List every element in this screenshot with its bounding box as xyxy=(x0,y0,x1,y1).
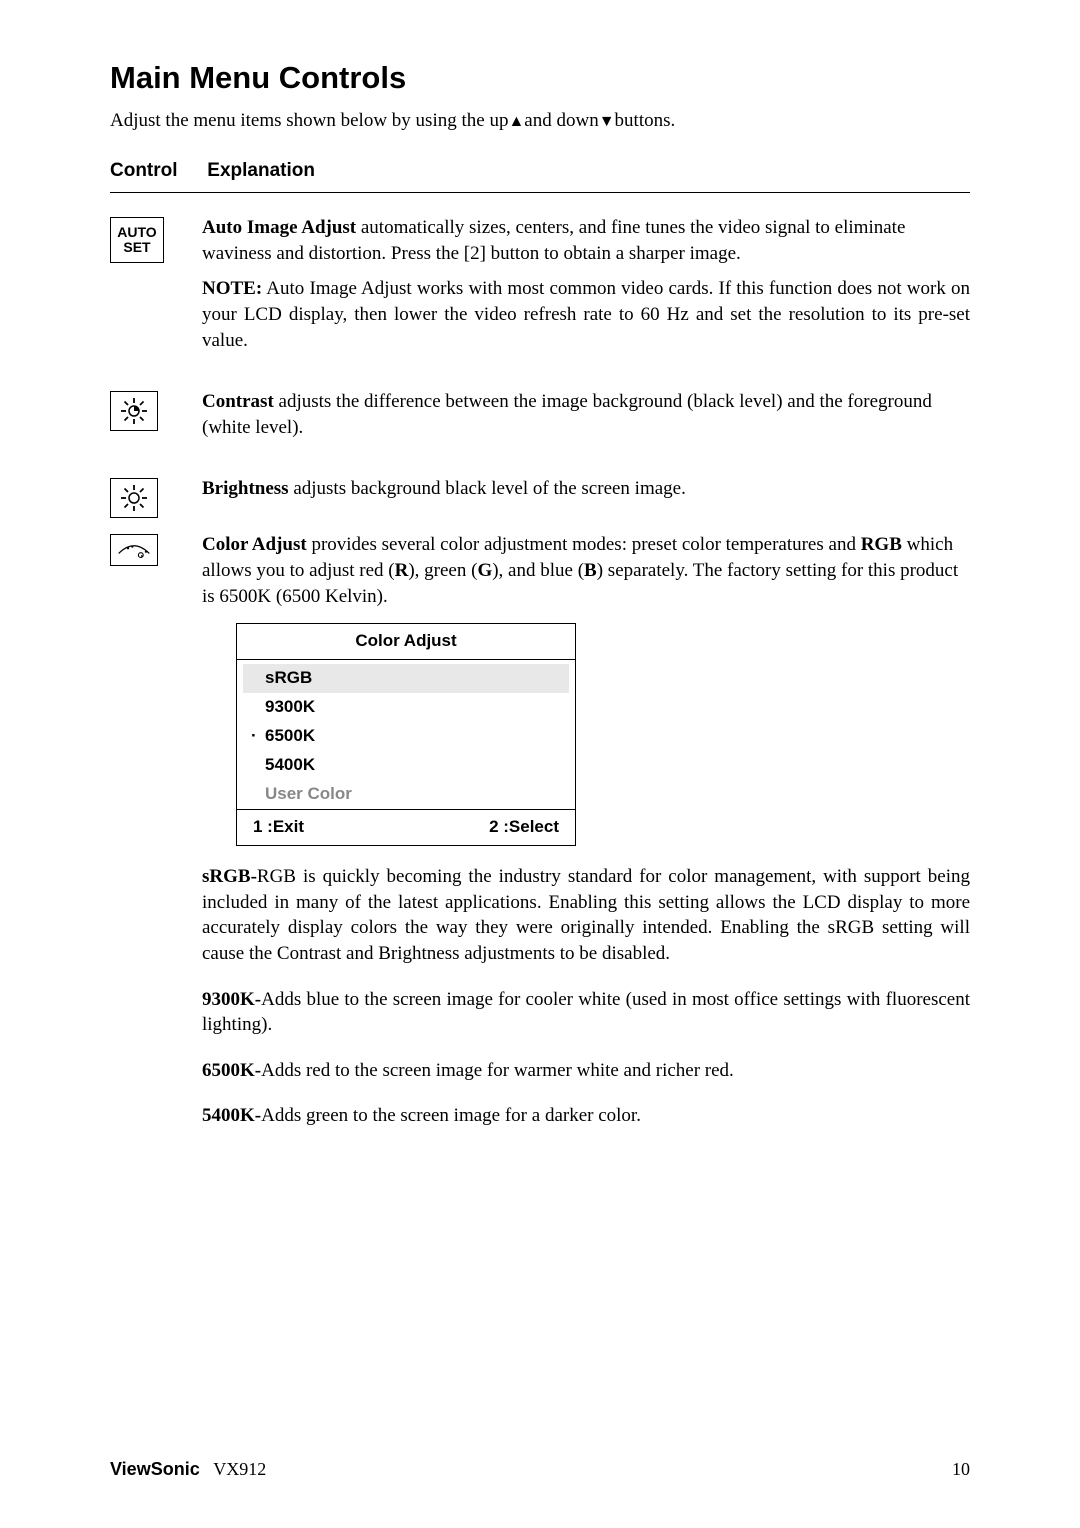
color-adjust-icon xyxy=(110,534,158,566)
k5400-bold: 5400K- xyxy=(202,1105,261,1126)
text-column: Brightness adjusts background black leve… xyxy=(202,476,970,512)
intro-text: Adjust the menu items shown below by usi… xyxy=(110,110,970,132)
brightness-para: Brightness adjusts background black leve… xyxy=(202,476,970,502)
down-triangle-icon: ▼ xyxy=(599,113,615,130)
icon-column xyxy=(110,532,202,566)
text-column: Contrast adjusts the difference between … xyxy=(202,389,970,450)
auto-set-icon: AUTO SET xyxy=(110,217,164,263)
auto-image-para: Auto Image Adjust automatically sizes, c… xyxy=(202,215,970,266)
intro-after: buttons. xyxy=(615,110,676,131)
osd-panel: Color Adjust sRGB 9300K 6500K 5400K User… xyxy=(236,623,576,846)
section-color-adjust: Color Adjust provides several color adju… xyxy=(110,532,970,1149)
icon-column xyxy=(110,476,202,518)
srgb-text: RGB is quickly becoming the industry sta… xyxy=(202,866,970,964)
contrast-icon xyxy=(110,391,158,431)
osd-item-5400k: 5400K xyxy=(237,751,575,780)
intro-between: and down xyxy=(524,110,598,131)
osd-item-srgb: sRGB xyxy=(243,664,569,693)
k6500-para: 6500K-Adds red to the screen image for w… xyxy=(202,1058,970,1084)
auto-image-note: NOTE: Auto Image Adjust works with most … xyxy=(202,276,970,353)
autoset-line2: SET xyxy=(123,240,150,255)
note-label: NOTE: xyxy=(202,278,262,299)
section-auto-image: AUTO SET Auto Image Adjust automatically… xyxy=(110,215,970,363)
osd-select: 2 :Select xyxy=(489,816,559,839)
srgb-bold: sRGB- xyxy=(202,866,257,887)
osd-exit: 1 :Exit xyxy=(253,816,304,839)
page-title: Main Menu Controls xyxy=(110,60,970,96)
osd-item-9300k: 9300K xyxy=(237,693,575,722)
text-column: Color Adjust provides several color adju… xyxy=(202,532,970,1149)
contrast-bold: Contrast xyxy=(202,391,274,412)
osd-item-6500k: 6500K xyxy=(237,722,575,751)
footer-brand: ViewSonic xyxy=(110,1459,200,1479)
contrast-para: Contrast adjusts the difference between … xyxy=(202,389,970,440)
table-header: Control Explanation xyxy=(110,160,970,193)
osd-footer: 1 :Exit 2 :Select xyxy=(237,809,575,845)
brightness-text: adjusts background black level of the sc… xyxy=(289,478,686,499)
section-contrast: Contrast adjusts the difference between … xyxy=(110,389,970,450)
osd-title: Color Adjust xyxy=(237,624,575,660)
k9300-text: Adds blue to the screen image for cooler… xyxy=(202,989,970,1036)
k9300-para: 9300K-Adds blue to the screen image for … xyxy=(202,987,970,1038)
k6500-text: Adds red to the screen image for warmer … xyxy=(261,1060,734,1081)
section-brightness: Brightness adjusts background black leve… xyxy=(110,476,970,518)
k5400-para: 5400K-Adds green to the screen image for… xyxy=(202,1103,970,1129)
text-column: Auto Image Adjust automatically sizes, c… xyxy=(202,215,970,363)
up-triangle-icon: ▲ xyxy=(508,113,524,130)
footer-model: VX912 xyxy=(213,1459,266,1479)
brightness-icon xyxy=(110,478,158,518)
color-adjust-bold: Color Adjust xyxy=(202,534,307,555)
contrast-text: adjusts the difference between the image… xyxy=(202,391,932,438)
note-text: Auto Image Adjust works with most common… xyxy=(202,278,970,350)
k6500-bold: 6500K- xyxy=(202,1060,261,1081)
auto-image-bold: Auto Image Adjust xyxy=(202,217,356,238)
autoset-line1: AUTO xyxy=(117,225,156,240)
footer-left: ViewSonic VX912 xyxy=(110,1459,266,1480)
osd-item-user-color: User Color xyxy=(237,780,575,809)
header-explanation: Explanation xyxy=(207,160,315,181)
header-control: Control xyxy=(110,160,202,182)
footer-page: 10 xyxy=(952,1459,970,1480)
page-footer: ViewSonic VX912 10 xyxy=(110,1459,970,1480)
intro-before: Adjust the menu items shown below by usi… xyxy=(110,110,508,131)
icon-column xyxy=(110,389,202,431)
color-descriptions: sRGB-RGB is quickly becoming the industr… xyxy=(202,864,970,1129)
srgb-para: sRGB-RGB is quickly becoming the industr… xyxy=(202,864,970,967)
k5400-text: Adds green to the screen image for a dar… xyxy=(261,1105,641,1126)
brightness-bold: Brightness xyxy=(202,478,289,499)
k9300-bold: 9300K- xyxy=(202,989,261,1010)
icon-column: AUTO SET xyxy=(110,215,202,263)
color-adjust-para: Color Adjust provides several color adju… xyxy=(202,532,970,609)
